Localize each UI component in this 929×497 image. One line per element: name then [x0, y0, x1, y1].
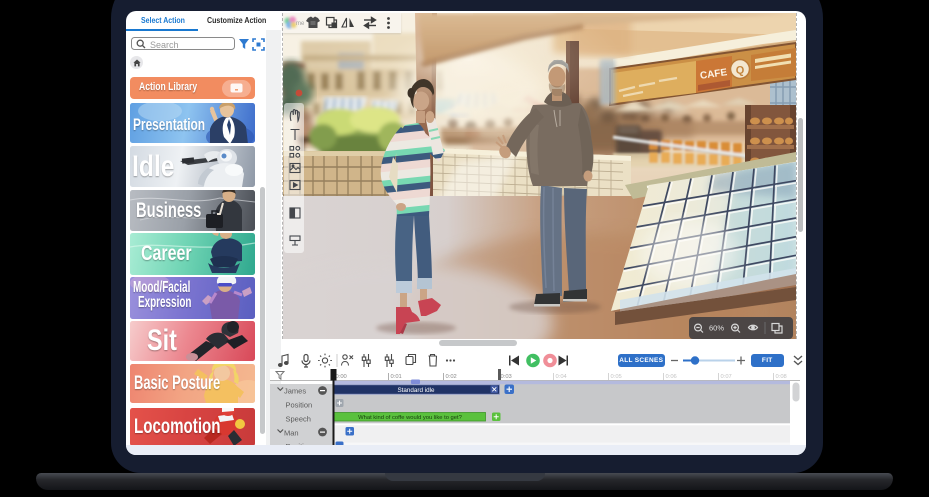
- svg-text:60%: 60%: [709, 323, 724, 332]
- svg-text:Position: Position: [286, 401, 313, 410]
- svg-text:0:04: 0:04: [556, 374, 568, 380]
- svg-text:Speech: Speech: [286, 415, 311, 424]
- svg-text:Standard idle: Standard idle: [397, 387, 435, 394]
- svg-text:0:03: 0:03: [501, 374, 512, 380]
- svg-text:0:06: 0:06: [666, 374, 677, 380]
- svg-text:0:05: 0:05: [611, 374, 622, 380]
- svg-text:0:01: 0:01: [391, 374, 402, 380]
- svg-text:me: me: [296, 21, 305, 27]
- svg-text:Man: Man: [284, 429, 299, 438]
- svg-text:0:08: 0:08: [776, 374, 787, 380]
- svg-text:James: James: [284, 387, 306, 396]
- svg-text:0:00: 0:00: [336, 374, 347, 380]
- svg-text:What kind of coffe would you l: What kind of coffe would you like to get…: [358, 415, 462, 421]
- svg-text:0:02: 0:02: [446, 374, 457, 380]
- svg-text:0:07: 0:07: [721, 374, 732, 380]
